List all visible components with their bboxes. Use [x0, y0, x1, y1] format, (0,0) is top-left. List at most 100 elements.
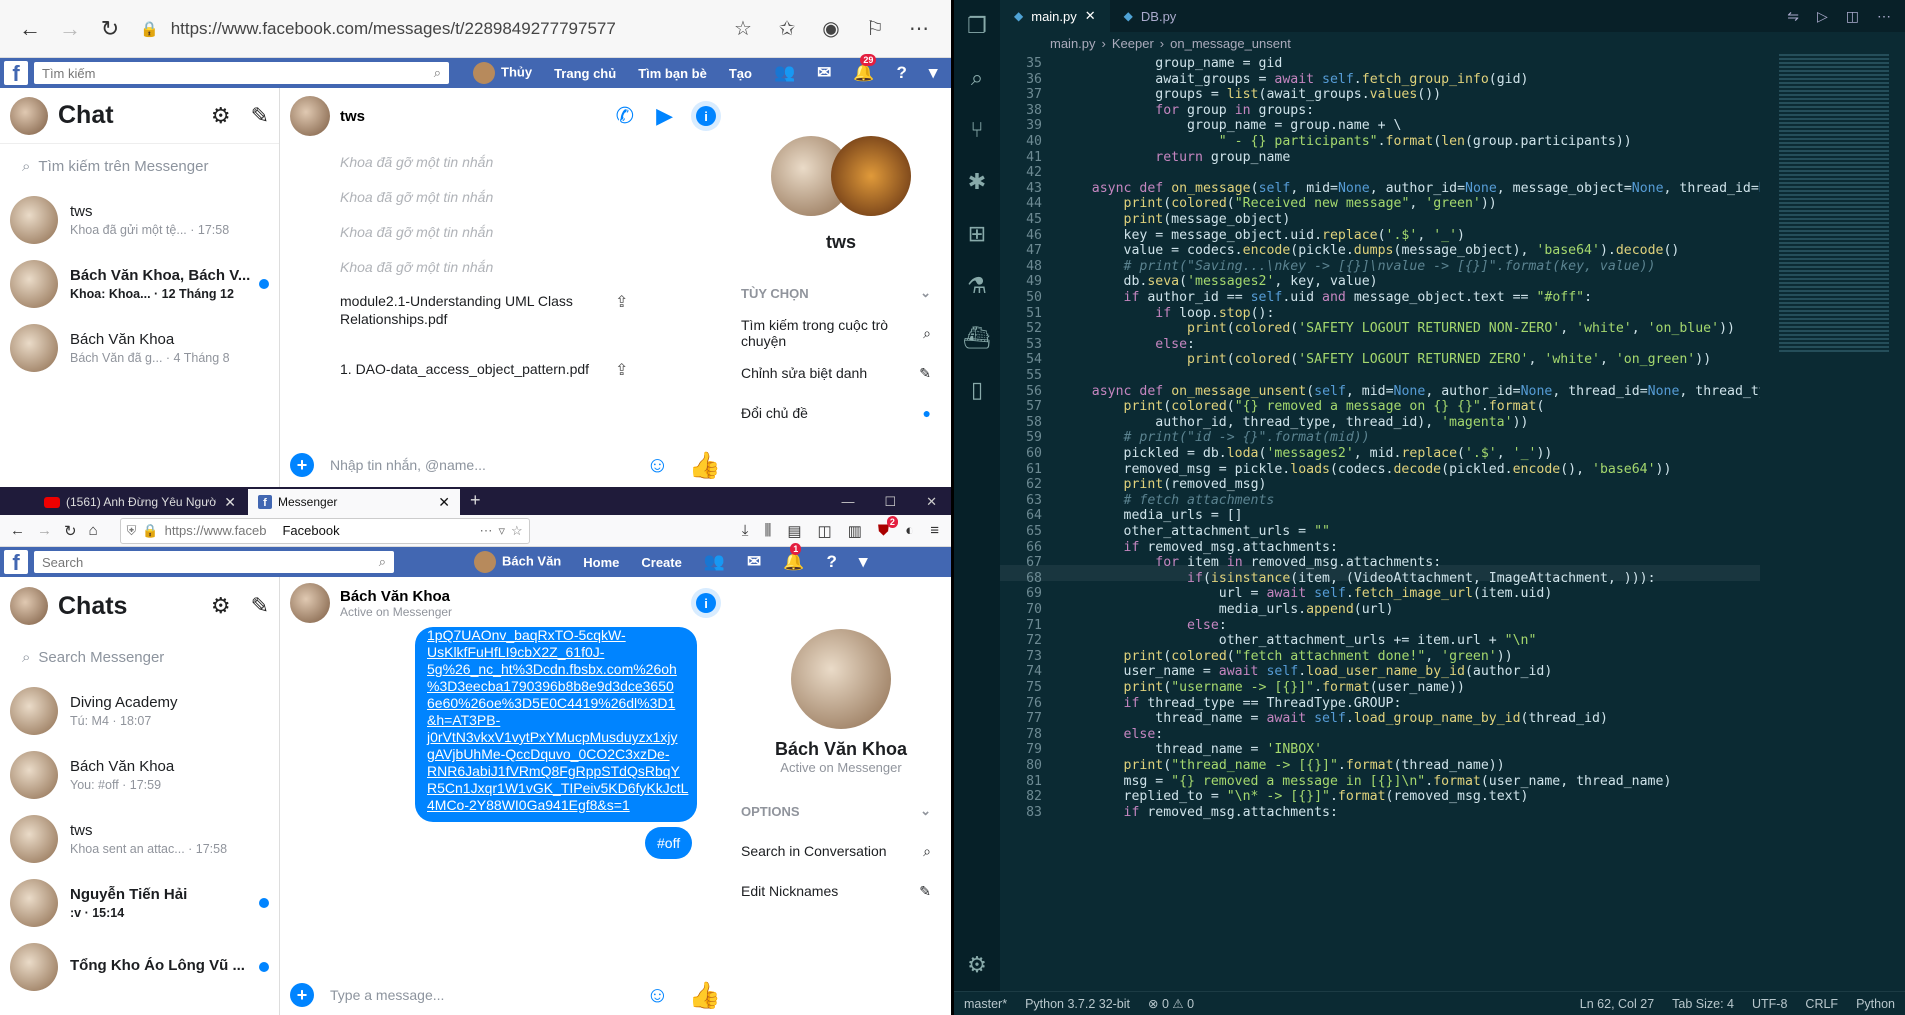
options-header[interactable]: OPTIONS ⌄ [731, 791, 951, 831]
hamburger-menu-icon[interactable]: ≡ [930, 522, 939, 539]
problems-count[interactable]: ⊗ 0 ⚠ 0 [1148, 996, 1194, 1011]
fb-nav-home[interactable]: Trang chủ [554, 66, 616, 81]
emoji-icon[interactable]: ☺ [646, 982, 668, 1008]
new-tab-icon[interactable]: + [462, 490, 489, 515]
code-line[interactable]: if author_id == self.uid and message_obj… [1060, 290, 1593, 306]
avatar[interactable] [10, 587, 48, 625]
help-icon[interactable]: ? [826, 552, 836, 572]
back-arrow-icon[interactable]: ← [10, 9, 50, 49]
compare-icon[interactable]: ⇋ [1787, 8, 1799, 25]
tab-db-py[interactable]: ◆ DB.py [1110, 0, 1191, 32]
file-attachment[interactable]: 1. DAO-data_access_object_pattern.pdf ⇪ [280, 360, 731, 380]
conversation-item[interactable]: Diving Academy Tú: M4 · 18:07 [0, 679, 279, 743]
code-line[interactable]: print(colored("fetch attachment done!", … [1060, 649, 1513, 665]
fb-profile-link[interactable]: Bách Văn [474, 551, 561, 573]
debug-icon[interactable]: ✱ [954, 156, 1000, 208]
notifications-icon[interactable]: 🔔 29 [853, 54, 877, 83]
code-line[interactable]: msg = "{} removed a message in [{}]\n".f… [1060, 774, 1672, 790]
source-control-icon[interactable]: ⑂ [954, 104, 1000, 156]
conversation-item[interactable]: tws Khoa đã gửi một tệ... · 17:58 [0, 188, 279, 252]
option-search-conversation[interactable]: Tìm kiếm trong cuộc trò chuyện ⌕ [731, 313, 951, 353]
code-line[interactable]: print(colored("{} removed a message on {… [1060, 399, 1545, 415]
code-line[interactable]: groups = list(await_groups.values()) [1060, 87, 1441, 103]
conversation-item[interactable]: Bách Văn Khoa Bách Văn đã g... · 4 Tháng … [0, 316, 279, 380]
add-attachment-button[interactable]: + [290, 983, 314, 1007]
code-editor[interactable]: 35 group_name = gid 36 await_groups = awa… [1000, 54, 1760, 989]
settings-gear-icon[interactable]: ⚙ [211, 593, 231, 619]
code-line[interactable]: other_attachment_urls += item.url + "\n" [1060, 633, 1537, 649]
code-line[interactable]: other_attachment_urls = "" [1060, 524, 1330, 540]
pocket-icon[interactable]: ▿ [498, 523, 505, 539]
code-line[interactable]: author_id, thread_type, thread_id), 'mag… [1060, 415, 1528, 431]
address-url[interactable]: https://www.facebook.com/messages/t/2289… [171, 19, 616, 39]
code-line[interactable]: print(colored('SAFETY LOGOUT RETURNED NO… [1060, 321, 1735, 337]
python-interpreter[interactable]: Python 3.7.2 32-bit [1025, 997, 1130, 1011]
library-icon[interactable]: ⫼ [764, 522, 771, 539]
option-search-conversation[interactable]: Search in Conversation ⌕ [731, 831, 951, 871]
more-actions-icon[interactable]: ⋯ [1877, 8, 1891, 25]
download-icon[interactable]: ⤓ [742, 522, 749, 539]
code-line[interactable]: if(isinstance(item, (VideoAttachment, Im… [1060, 571, 1655, 587]
code-line[interactable]: # print("id -> {}".format(mid)) [1060, 430, 1370, 446]
extensions-icon[interactable]: ⊞ [954, 208, 1000, 260]
like-thumb-icon[interactable]: 👍 [689, 980, 721, 1011]
avatar[interactable] [290, 583, 330, 623]
fb-profile-link[interactable]: Thủy [473, 62, 532, 84]
tab-youtube[interactable]: (1561) Anh Đừng Yêu Người ✕ [34, 489, 246, 515]
test-flask-icon[interactable]: ⚗ [954, 260, 1000, 312]
code-line[interactable]: group_name = group.name + \ [1060, 118, 1401, 134]
code-line[interactable]: if thread_type == ThreadType.GROUP: [1060, 696, 1402, 712]
conversation-item[interactable]: Bách Văn Khoa You: #off · 17:59 [0, 743, 279, 807]
ublock-icon[interactable]: ⛊ 2 [878, 516, 898, 539]
code-line[interactable]: value = codecs.encode(pickle.dumps(messa… [1060, 243, 1680, 259]
message-input[interactable]: Type a message... [330, 987, 646, 1003]
maximize-icon[interactable]: ☐ [884, 494, 896, 510]
messenger-icon[interactable]: ✉ [817, 63, 831, 83]
manage-gear-icon[interactable]: ⚙ [954, 939, 1000, 991]
code-line[interactable]: return group_name [1060, 150, 1290, 166]
code-line[interactable]: pickled = db.loda('messages2', mid.repla… [1060, 446, 1553, 462]
breadcrumb-method[interactable]: on_message_unsent [1170, 36, 1291, 51]
code-line[interactable]: await_groups = await self.fetch_group_in… [1060, 72, 1528, 88]
fb-nav-home[interactable]: Home [583, 555, 619, 570]
code-line[interactable]: print(message_object) [1060, 212, 1291, 228]
conversation-item[interactable]: Bách Văn Khoa, Bách V... Khoa: Khoa... · … [0, 252, 279, 316]
barcode-icon[interactable]: ▥ [848, 522, 862, 540]
notifications-icon[interactable]: 🔔 1 [783, 543, 804, 572]
code-line[interactable]: key = message_object.uid.replace('.$', '… [1060, 228, 1465, 244]
breadcrumb-file[interactable]: main.py [1050, 36, 1096, 51]
code-line[interactable]: " - {} participants".format(len(group.pa… [1060, 134, 1632, 150]
share-icon[interactable]: ⇪ [615, 360, 628, 380]
fb-nav-create[interactable]: Tạo [729, 66, 752, 81]
avatar[interactable] [290, 96, 330, 136]
cursor-position[interactable]: Ln 62, Col 27 [1580, 997, 1654, 1011]
friends-icon[interactable]: 👥 [704, 552, 725, 572]
run-icon[interactable]: ▷ [1817, 8, 1828, 25]
options-header[interactable]: TÙY CHỌN ⌄ [731, 273, 951, 313]
info-icon[interactable]: i [691, 101, 721, 131]
conversation-item[interactable]: tws Khoa sent an attac... · 17:58 [0, 807, 279, 871]
phone-icon[interactable]: ✆ [616, 103, 634, 129]
code-line[interactable]: user_name = await self.load_user_name_by… [1060, 664, 1553, 680]
code-line[interactable]: if removed_msg.attachments: [1060, 540, 1338, 556]
split-editor-icon[interactable]: ◫ [1846, 8, 1859, 25]
code-line[interactable]: print(colored('SAFETY LOGOUT RETURNED ZE… [1060, 352, 1711, 368]
account-menu-icon[interactable]: ▾ [859, 552, 868, 572]
reader-view-icon[interactable]: ▤ [787, 522, 801, 540]
friends-icon[interactable]: 👥 [774, 63, 795, 83]
code-line[interactable]: async def on_message_unsent(self, mid=No… [1060, 384, 1760, 400]
code-line[interactable]: # fetch attachments [1060, 493, 1275, 509]
code-line[interactable]: else: [1060, 618, 1227, 634]
refresh-icon[interactable]: ↻ [58, 522, 83, 540]
facebook-logo[interactable]: f [4, 61, 28, 85]
close-icon[interactable]: ✕ [224, 494, 236, 511]
docker-icon[interactable]: ⛴ [954, 312, 1000, 364]
option-edit-nicknames[interactable]: Edit Nicknames ✎ [731, 871, 951, 911]
code-line[interactable]: for group in groups: [1060, 103, 1314, 119]
close-icon[interactable]: ✕ [438, 494, 450, 511]
code-line[interactable]: # print("Saving...\nkey -> [{}]\nvalue -… [1060, 259, 1656, 275]
code-line[interactable]: if loop.stop(): [1060, 306, 1274, 322]
feedback-icon[interactable]: ⚐ [853, 16, 897, 41]
language-mode[interactable]: Python [1856, 997, 1895, 1011]
more-actions-icon[interactable]: ⋯ [479, 523, 492, 539]
